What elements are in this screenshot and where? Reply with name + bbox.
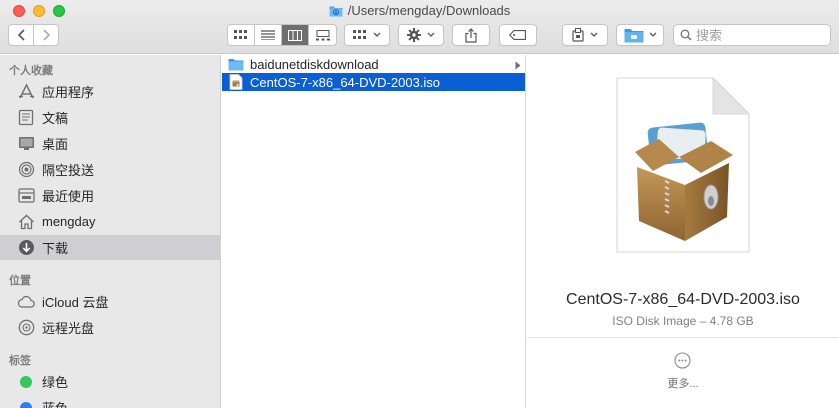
sidebar-item-icloud[interactable]: iCloud 云盘 — [0, 289, 220, 314]
back-button[interactable] — [9, 25, 34, 45]
sidebar-item-label: 最近使用 — [42, 189, 95, 204]
sidebar-item-label: mengday — [42, 214, 96, 229]
chevron-down-icon — [373, 32, 381, 37]
preview-file-name: CentOS-7-x86_64-DVD-2003.iso — [566, 291, 800, 308]
sidebar-item-applications[interactable]: 应用程序 — [0, 79, 220, 104]
preview-file-info: ISO Disk Image – 4.78 GB — [612, 314, 754, 328]
preview-divider — [527, 337, 839, 338]
sidebar-item-remote-disc[interactable]: 远程光盘 — [0, 315, 220, 340]
list-view-button[interactable] — [255, 25, 282, 45]
sidebar-section-locations: 位置 — [9, 275, 31, 287]
file-row-folder[interactable]: baidunetdiskdownload — [222, 55, 525, 73]
list-lines-icon — [261, 30, 275, 40]
tag-icon — [509, 30, 526, 40]
chevron-down-icon — [649, 32, 656, 37]
sidebar-item-label: 文稿 — [42, 111, 69, 126]
file-row-iso[interactable]: CentOS-7-x86_64-DVD-2003.iso — [222, 73, 525, 91]
group-by-button[interactable] — [344, 24, 390, 46]
window-title: /Users/mengday/Downloads — [0, 3, 839, 21]
sidebar-item-label: 绿色 — [42, 375, 69, 390]
chevron-right-icon — [42, 29, 50, 41]
sidebar-item-home[interactable]: mengday — [0, 209, 220, 234]
preview-pane: CentOS-7-x86_64-DVD-2003.iso ISO Disk Im… — [527, 55, 839, 408]
forward-button[interactable] — [34, 25, 58, 45]
more-button-label[interactable]: 更多... — [527, 375, 839, 391]
share-icon — [465, 27, 477, 43]
applications-icon — [17, 83, 35, 101]
sidebar-item-downloads[interactable]: 下载 — [0, 235, 220, 260]
file-name: baidunetdiskdownload — [250, 56, 379, 72]
open-in-app-button[interactable] — [562, 24, 608, 46]
chevron-down-icon — [427, 32, 435, 37]
disclosure-arrow-icon — [515, 58, 521, 73]
blue-tag-dot — [17, 399, 35, 408]
search-field[interactable] — [673, 24, 831, 46]
sidebar-tag-green[interactable]: 绿色 — [0, 369, 220, 394]
disk-image-icon — [228, 74, 244, 90]
gallery-view-button[interactable] — [309, 25, 336, 45]
sidebar-item-documents[interactable]: 文稿 — [0, 105, 220, 130]
toolbar: /Users/mengday/Downloads — [0, 0, 839, 54]
disk-image-preview-icon — [615, 77, 751, 256]
icon-view-button[interactable] — [228, 25, 255, 45]
sidebar-item-label: 隔空投送 — [42, 163, 95, 178]
folder-icon — [624, 29, 643, 43]
navigation-buttons — [8, 24, 59, 46]
sidebar-item-label: 蓝色 — [42, 398, 68, 408]
sidebar-item-label: 桌面 — [42, 137, 69, 152]
chevron-left-icon — [17, 29, 25, 41]
tags-button[interactable] — [499, 24, 537, 46]
gear-icon — [407, 28, 421, 42]
sidebar-item-desktop[interactable]: 桌面 — [0, 131, 220, 156]
sidebar-item-label: iCloud 云盘 — [42, 295, 109, 310]
folder-location-button[interactable] — [616, 24, 664, 46]
downloads-icon — [17, 239, 35, 257]
share-button[interactable] — [452, 24, 490, 46]
file-column: baidunetdiskdownload CentOS-7-x86_64-DVD… — [222, 55, 526, 408]
group-grid-icon — [353, 30, 366, 39]
recents-icon — [17, 187, 35, 205]
icon-grid-icon — [234, 30, 247, 39]
window-path: /Users/mengday/Downloads — [347, 3, 511, 18]
chevron-down-icon — [590, 32, 598, 37]
home-icon — [17, 213, 35, 231]
sidebar: 个人收藏 应用程序 文稿 桌面 隔空投送 最近使用 mengday 下载 位置 … — [0, 55, 221, 408]
search-input[interactable] — [696, 27, 826, 43]
app-launch-icon — [572, 28, 584, 42]
view-mode-selector — [227, 24, 337, 46]
gallery-icon — [315, 29, 330, 40]
green-tag-dot — [17, 373, 35, 391]
sidebar-section-tags: 标签 — [9, 355, 31, 367]
columns-icon — [288, 29, 302, 41]
icloud-icon — [17, 293, 35, 311]
sidebar-item-label: 远程光盘 — [42, 321, 95, 336]
file-name: CentOS-7-x86_64-DVD-2003.iso — [250, 74, 441, 90]
search-icon — [680, 29, 692, 41]
documents-icon — [17, 109, 35, 127]
sidebar-item-label: 下载 — [42, 241, 69, 256]
desktop-icon — [17, 135, 35, 153]
sidebar-item-recents[interactable]: 最近使用 — [0, 183, 220, 208]
sidebar-section-favorites: 个人收藏 — [9, 65, 53, 77]
airdrop-icon — [17, 161, 35, 179]
sidebar-item-label: 应用程序 — [42, 85, 95, 100]
column-view-button[interactable] — [282, 25, 309, 45]
downloads-folder-icon — [329, 4, 343, 21]
sidebar-tag-blue[interactable]: 蓝色 — [0, 395, 220, 408]
sidebar-item-airdrop[interactable]: 隔空投送 — [0, 157, 220, 182]
more-options-icon[interactable] — [674, 352, 691, 372]
folder-icon — [228, 56, 244, 72]
remote-disc-icon — [17, 319, 35, 337]
action-menu-button[interactable] — [398, 24, 444, 46]
